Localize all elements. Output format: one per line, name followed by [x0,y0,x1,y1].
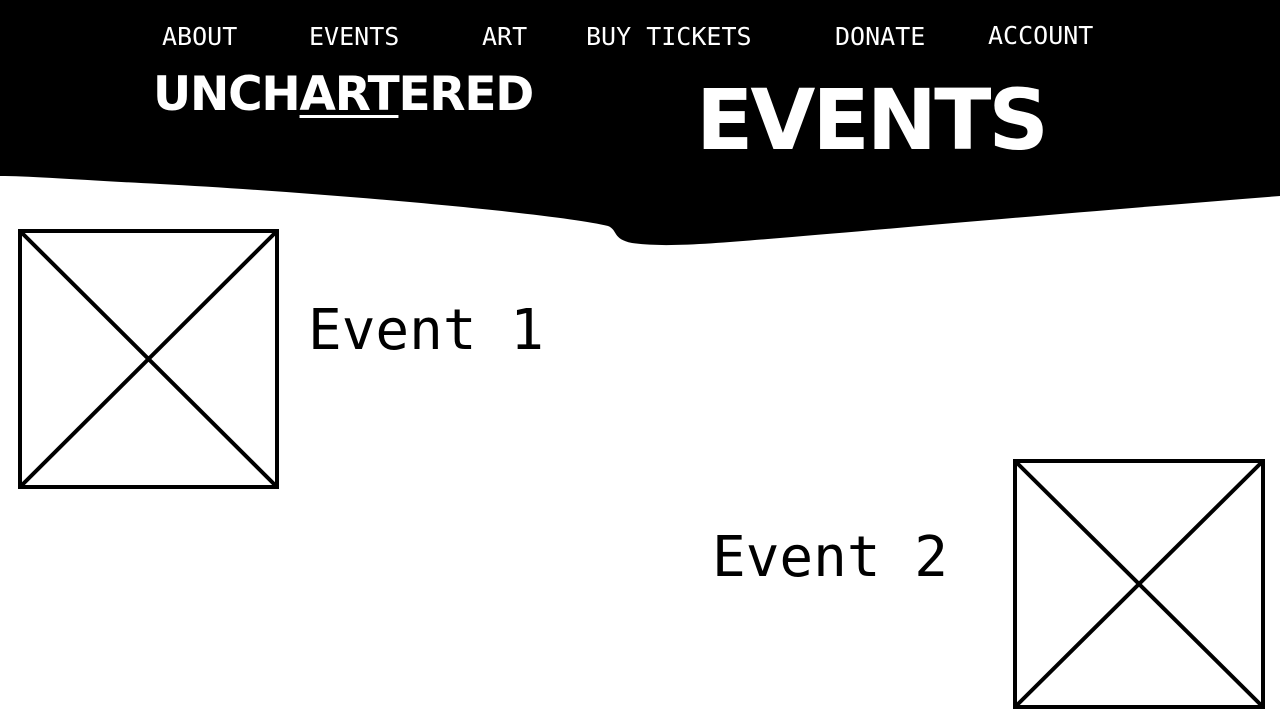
image-placeholder-icon[interactable] [18,229,280,490]
logo-highlight: ART [299,67,400,122]
nav-link-events[interactable]: EVENTS [309,20,399,54]
site-logo[interactable]: UNCHARTERED [153,62,534,128]
page-title: EVENTS [696,71,1049,169]
event-title[interactable]: Event 1 [308,295,544,367]
logo-suffix: ERED [398,67,534,122]
event-title[interactable]: Event 2 [712,522,948,594]
image-placeholder-icon[interactable] [1013,459,1266,710]
nav-link-about[interactable]: ABOUT [162,20,237,54]
nav-link-buy-tickets[interactable]: BUY TICKETS [586,20,752,54]
logo-prefix: UNCH [153,67,301,122]
nav-link-art[interactable]: ART [482,20,527,54]
nav-link-account[interactable]: ACCOUNT [988,19,1093,53]
nav-link-donate[interactable]: DONATE [835,20,925,54]
